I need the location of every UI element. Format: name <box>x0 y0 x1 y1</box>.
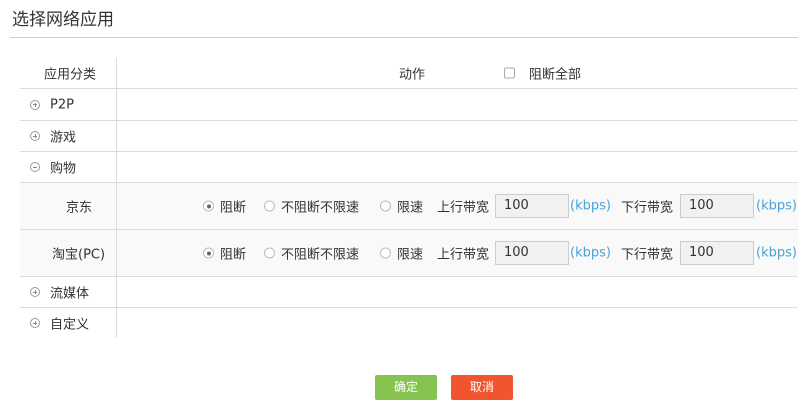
expand-plus-icon[interactable] <box>30 131 40 141</box>
category-row-streaming[interactable]: 流媒体 <box>20 277 798 308</box>
app-name-cell: 淘宝(PC) <box>20 230 117 276</box>
app-name-cell: 京东 <box>20 183 117 229</box>
download-unit: (kbps) <box>756 245 797 261</box>
app-row-taobao: 淘宝(PC) 阻断 不阻断不限速 限速 上行带宽 100 (kbps) 下行带宽… <box>20 230 798 277</box>
category-label[interactable]: 购物 <box>50 158 76 177</box>
radio-block[interactable] <box>203 200 214 212</box>
upload-bandwidth-label: 上行带宽 <box>437 200 490 216</box>
category-row-games[interactable]: 游戏 <box>20 121 798 152</box>
header-category-col: 应用分类 <box>20 58 117 88</box>
ok-button[interactable]: 确定 <box>375 375 437 400</box>
radio-rate-limit-label[interactable]: 限速 <box>397 197 423 216</box>
download-bandwidth-label: 下行带宽 <box>621 247 674 263</box>
app-table: 应用分类 动作 阻断全部 P2P 游戏 购物 京东 阻断 不阻断不限速 限速 上… <box>20 58 798 338</box>
category-row-p2p[interactable]: P2P <box>20 89 798 121</box>
radio-rate-limit[interactable] <box>380 247 391 259</box>
app-row-jd: 京东 阻断 不阻断不限速 限速 上行带宽 100 (kbps) 下行带宽 100… <box>20 183 798 230</box>
download-bandwidth-label: 下行带宽 <box>621 200 674 216</box>
upload-bandwidth-input[interactable]: 100 <box>495 241 569 265</box>
radio-no-block-no-limit-label[interactable]: 不阻断不限速 <box>281 244 359 263</box>
table-header: 应用分类 动作 阻断全部 <box>20 58 798 89</box>
category-label[interactable]: 流媒体 <box>50 283 89 302</box>
radio-no-block-no-limit[interactable] <box>264 200 275 212</box>
upload-bandwidth-label: 上行带宽 <box>437 247 490 263</box>
collapse-minus-icon[interactable] <box>30 162 40 172</box>
category-cell: 自定义 <box>20 308 117 338</box>
radio-block[interactable] <box>203 247 214 259</box>
expand-plus-icon[interactable] <box>30 318 40 328</box>
category-label[interactable]: P2P <box>50 97 74 112</box>
expand-plus-icon[interactable] <box>30 99 40 110</box>
radio-block-label[interactable]: 阻断 <box>220 244 246 263</box>
radio-block-label[interactable]: 阻断 <box>220 197 246 216</box>
category-cell: 购物 <box>20 152 117 182</box>
category-row-shopping[interactable]: 购物 <box>20 152 798 183</box>
upload-bandwidth-input[interactable]: 100 <box>495 194 569 218</box>
expand-plus-icon[interactable] <box>30 287 40 297</box>
radio-rate-limit[interactable] <box>380 200 391 212</box>
app-name: 淘宝(PC) <box>52 247 106 263</box>
upload-unit: (kbps) <box>570 198 611 214</box>
header-action: 动作 <box>399 67 426 83</box>
download-bandwidth-input[interactable]: 100 <box>680 241 754 265</box>
upload-unit: (kbps) <box>570 245 611 261</box>
title-divider <box>10 37 798 38</box>
radio-no-block-no-limit-label[interactable]: 不阻断不限速 <box>281 197 359 216</box>
block-all-checkbox[interactable] <box>504 67 515 79</box>
category-cell: 流媒体 <box>20 277 117 307</box>
header-category: 应用分类 <box>44 67 97 83</box>
block-all-label[interactable]: 阻断全部 <box>529 64 581 83</box>
app-name: 京东 <box>66 200 93 216</box>
download-unit: (kbps) <box>756 198 797 214</box>
radio-no-block-no-limit[interactable] <box>264 247 275 259</box>
category-label[interactable]: 自定义 <box>50 314 89 333</box>
category-row-custom[interactable]: 自定义 <box>20 308 798 338</box>
cancel-button[interactable]: 取消 <box>451 375 513 400</box>
download-bandwidth-input[interactable]: 100 <box>680 194 754 218</box>
radio-rate-limit-label[interactable]: 限速 <box>397 244 423 263</box>
category-cell: 游戏 <box>20 121 117 151</box>
page-title: 选择网络应用 <box>12 10 114 30</box>
category-label[interactable]: 游戏 <box>50 127 76 146</box>
category-cell: P2P <box>20 89 117 120</box>
